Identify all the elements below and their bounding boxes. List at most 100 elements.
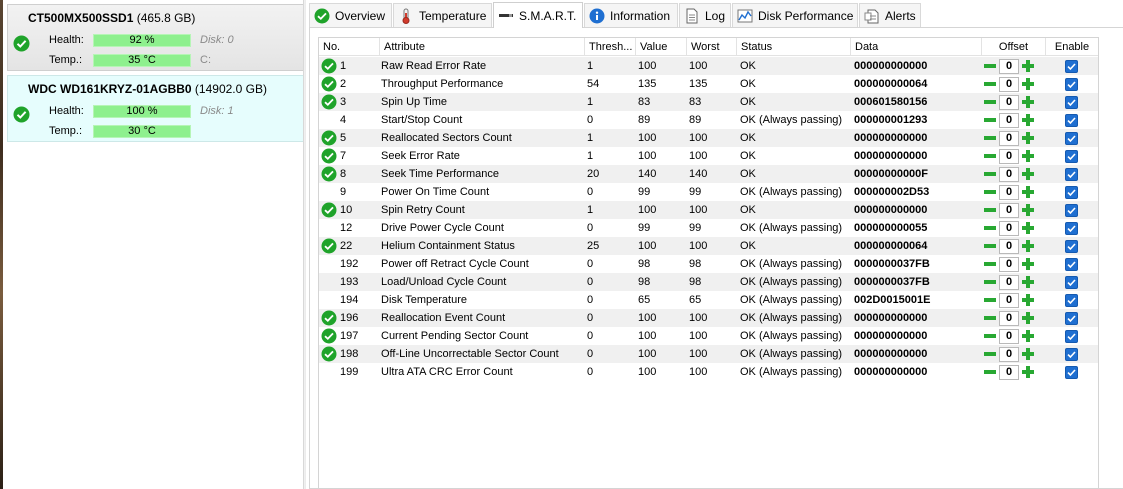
enable-checkbox[interactable] — [1065, 258, 1078, 271]
offset-value[interactable]: 0 — [999, 310, 1019, 326]
plus-icon[interactable] — [1021, 167, 1035, 181]
offset-stepper[interactable]: 0 — [983, 148, 1037, 164]
offset-stepper[interactable]: 0 — [983, 76, 1037, 92]
minus-icon[interactable] — [983, 131, 997, 145]
table-row[interactable]: 192 Power off Retract Cycle Count 0 98 98 OK … — [319, 255, 1098, 273]
enable-checkbox[interactable] — [1065, 78, 1078, 91]
offset-stepper[interactable]: 0 — [983, 328, 1037, 344]
tab-alerts[interactable]: Alerts — [859, 3, 921, 27]
enable-checkbox[interactable] — [1065, 96, 1078, 109]
table-row[interactable]: 4 Start/Stop Count 0 89 89 OK (Always passing… — [319, 111, 1098, 129]
minus-icon[interactable] — [983, 113, 997, 127]
plus-icon[interactable] — [1021, 77, 1035, 91]
splitter[interactable] — [303, 0, 306, 489]
offset-value[interactable]: 0 — [999, 112, 1019, 128]
enable-checkbox[interactable] — [1065, 276, 1078, 289]
tab-information[interactable]: Information — [584, 3, 678, 27]
enable-checkbox[interactable] — [1065, 132, 1078, 145]
minus-icon[interactable] — [983, 167, 997, 181]
tab-overview[interactable]: Overview — [309, 3, 392, 27]
col-status[interactable]: Status — [737, 38, 851, 56]
plus-icon[interactable] — [1021, 329, 1035, 343]
col-enable[interactable]: Enable — [1046, 38, 1098, 56]
offset-value[interactable]: 0 — [999, 148, 1019, 164]
offset-value[interactable]: 0 — [999, 94, 1019, 110]
col-data[interactable]: Data — [851, 38, 982, 56]
plus-icon[interactable] — [1021, 293, 1035, 307]
tab-log[interactable]: Log — [679, 3, 731, 27]
offset-value[interactable]: 0 — [999, 328, 1019, 344]
col-threshold[interactable]: Thresh... — [585, 38, 636, 56]
offset-stepper[interactable]: 0 — [983, 310, 1037, 326]
offset-value[interactable]: 0 — [999, 256, 1019, 272]
enable-checkbox[interactable] — [1065, 366, 1078, 379]
offset-stepper[interactable]: 0 — [983, 238, 1037, 254]
plus-icon[interactable] — [1021, 59, 1035, 73]
tab-disk-performance[interactable]: Disk Performance — [732, 3, 858, 27]
minus-icon[interactable] — [983, 329, 997, 343]
minus-icon[interactable] — [983, 311, 997, 325]
offset-value[interactable]: 0 — [999, 166, 1019, 182]
offset-stepper[interactable]: 0 — [983, 364, 1037, 380]
minus-icon[interactable] — [983, 77, 997, 91]
offset-stepper[interactable]: 0 — [983, 220, 1037, 236]
offset-stepper[interactable]: 0 — [983, 94, 1037, 110]
offset-value[interactable]: 0 — [999, 184, 1019, 200]
enable-checkbox[interactable] — [1065, 186, 1078, 199]
table-row[interactable]: 198 Off-Line Uncorrectable Sector Count 0 1… — [319, 345, 1098, 363]
minus-icon[interactable] — [983, 239, 997, 253]
table-row[interactable]: 3 Spin Up Time 1 83 83 OK 000601580156 0 — [319, 93, 1098, 111]
table-row[interactable]: 2 Throughput Performance 54 135 135 OK 0000000… — [319, 75, 1098, 93]
col-offset[interactable]: Offset — [982, 38, 1046, 56]
table-row[interactable]: 1 Raw Read Error Rate 1 100 100 OK 00000000000… — [319, 57, 1098, 75]
offset-stepper[interactable]: 0 — [983, 130, 1037, 146]
minus-icon[interactable] — [983, 347, 997, 361]
table-row[interactable]: 22 Helium Containment Status 25 100 100 OK 000… — [319, 237, 1098, 255]
plus-icon[interactable] — [1021, 221, 1035, 235]
table-row[interactable]: 193 Load/Unload Cycle Count 0 98 98 OK (Alway… — [319, 273, 1098, 291]
drive-card-selected[interactable]: WDC WD161KRYZ-01AGBB0 (14902.0 GB) Healt… — [7, 75, 305, 142]
offset-value[interactable]: 0 — [999, 292, 1019, 308]
enable-checkbox[interactable] — [1065, 168, 1078, 181]
plus-icon[interactable] — [1021, 203, 1035, 217]
offset-value[interactable]: 0 — [999, 346, 1019, 362]
offset-value[interactable]: 0 — [999, 364, 1019, 380]
col-worst[interactable]: Worst — [687, 38, 737, 56]
minus-icon[interactable] — [983, 59, 997, 73]
offset-value[interactable]: 0 — [999, 238, 1019, 254]
table-row[interactable]: 194 Disk Temperature 0 65 65 OK (Always passi… — [319, 291, 1098, 309]
minus-icon[interactable] — [983, 203, 997, 217]
offset-value[interactable]: 0 — [999, 220, 1019, 236]
minus-icon[interactable] — [983, 95, 997, 109]
tab-temperature[interactable]: Temperature — [393, 3, 492, 27]
offset-stepper[interactable]: 0 — [983, 202, 1037, 218]
enable-checkbox[interactable] — [1065, 114, 1078, 127]
drive-card[interactable]: CT500MX500SSD1 (465.8 GB) Health: 92 % D… — [7, 4, 305, 71]
offset-value[interactable]: 0 — [999, 76, 1019, 92]
table-row[interactable]: 12 Drive Power Cycle Count 0 99 99 OK (Always… — [319, 219, 1098, 237]
enable-checkbox[interactable] — [1065, 150, 1078, 163]
table-row[interactable]: 10 Spin Retry Count 1 100 100 OK 000000000000 0 — [319, 201, 1098, 219]
offset-stepper[interactable]: 0 — [983, 256, 1037, 272]
table-row[interactable]: 7 Seek Error Rate 1 100 100 OK 000000000000 0 — [319, 147, 1098, 165]
plus-icon[interactable] — [1021, 257, 1035, 271]
enable-checkbox[interactable] — [1065, 204, 1078, 217]
plus-icon[interactable] — [1021, 113, 1035, 127]
offset-stepper[interactable]: 0 — [983, 274, 1037, 290]
enable-checkbox[interactable] — [1065, 222, 1078, 235]
plus-icon[interactable] — [1021, 275, 1035, 289]
minus-icon[interactable] — [983, 185, 997, 199]
table-row[interactable]: 196 Reallocation Event Count 0 100 100 OK (Al… — [319, 309, 1098, 327]
plus-icon[interactable] — [1021, 149, 1035, 163]
offset-value[interactable]: 0 — [999, 202, 1019, 218]
offset-stepper[interactable]: 0 — [983, 58, 1037, 74]
plus-icon[interactable] — [1021, 185, 1035, 199]
offset-stepper[interactable]: 0 — [983, 166, 1037, 182]
enable-checkbox[interactable] — [1065, 312, 1078, 325]
table-row[interactable]: 8 Seek Time Performance 20 140 140 OK 00000000… — [319, 165, 1098, 183]
table-row[interactable]: 199 Ultra ATA CRC Error Count 0 100 100 OK (A… — [319, 363, 1098, 381]
plus-icon[interactable] — [1021, 95, 1035, 109]
table-row[interactable]: 197 Current Pending Sector Count 0 100 100 OK… — [319, 327, 1098, 345]
offset-stepper[interactable]: 0 — [983, 184, 1037, 200]
offset-value[interactable]: 0 — [999, 130, 1019, 146]
